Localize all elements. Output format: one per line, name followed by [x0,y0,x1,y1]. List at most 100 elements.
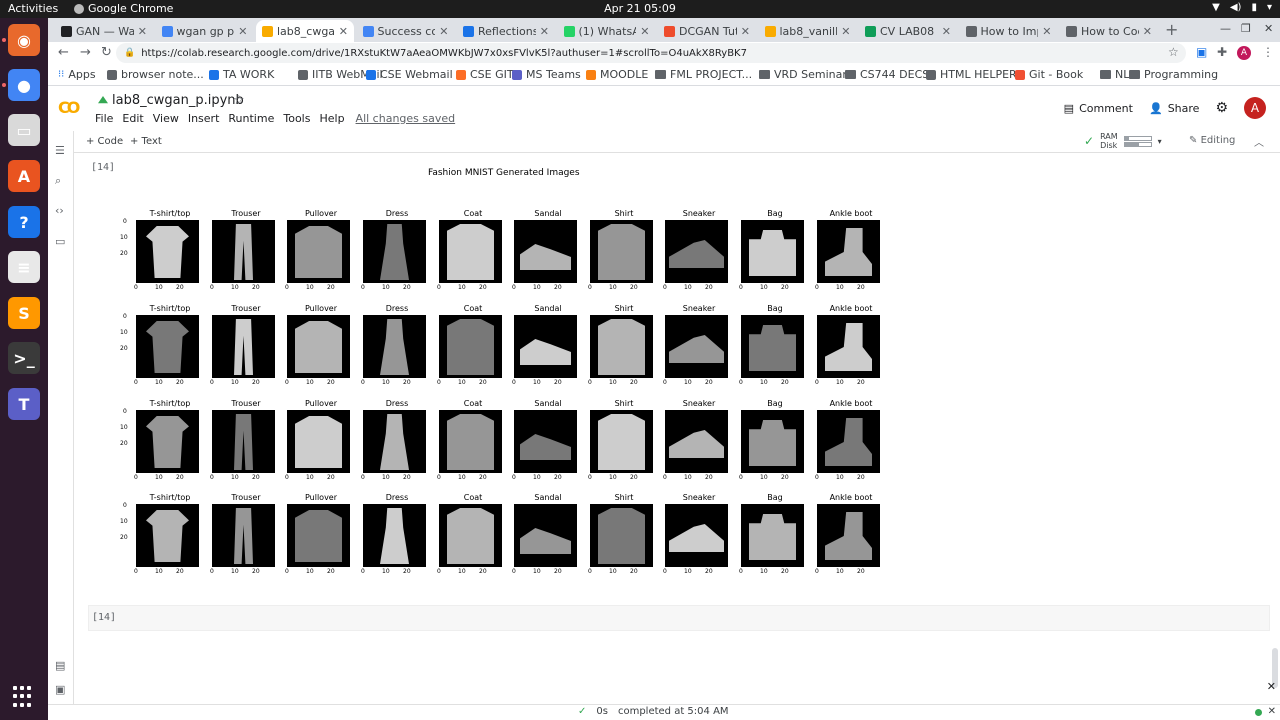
browser-tab[interactable]: DCGAN Tuto ✕ [658,20,756,42]
comment-button[interactable]: ▤ Comment [1064,102,1133,115]
notebook-title[interactable]: lab8_cwgan_p.ipynb [98,93,244,108]
files-folder-icon[interactable]: ▭ [55,235,65,248]
terminal-icon[interactable]: >_ [8,342,40,374]
menu-edit[interactable]: Edit [122,112,143,125]
menu-insert[interactable]: Insert [188,112,220,125]
minimize-window-button[interactable]: — [1220,22,1231,35]
account-avatar[interactable]: A [1244,97,1266,119]
system-tray[interactable]: ▼ ◀) ▮ ▾ [1212,2,1272,13]
tab-close-icon[interactable]: ✕ [640,25,649,38]
browser-tab[interactable]: CV LAB08 G ✕ [859,20,957,42]
add-code-button[interactable]: + Code [86,136,123,147]
runtime-resources-indicator[interactable]: ✓ RAM Disk ▾ [1084,132,1162,150]
x-tick-label: 10 [306,474,314,481]
browser-tab[interactable]: (1) WhatsAp✕ [558,20,656,42]
menu-runtime[interactable]: Runtime [228,112,274,125]
firefox-icon[interactable]: ◉ [8,24,40,56]
help-icon[interactable]: ? [8,206,40,238]
generated-image [590,410,653,473]
menu-help[interactable]: Help [319,112,344,125]
activities-button[interactable]: Activities [8,2,58,15]
teams-icon[interactable]: T [8,388,40,420]
share-button[interactable]: 👤 Share [1149,102,1199,115]
editing-mode-button[interactable]: ✎ Editing [1189,135,1235,146]
bookmark-browser-note[interactable]: browser note... [107,68,204,81]
colab-logo[interactable]: CO [58,98,80,117]
menu-view[interactable]: View [153,112,179,125]
system-clock[interactable]: Apr 21 05:09 [600,2,680,15]
chrome-icon[interactable]: ● [8,69,40,101]
terminal-icon[interactable]: ▣ [55,683,65,696]
tab-close-icon[interactable]: ✕ [339,25,348,38]
table-of-contents-icon[interactable]: ☰ [55,144,65,157]
close-window-button[interactable]: ✕ [1264,22,1273,35]
bookmark-moodle[interactable]: MOODLE [586,68,648,81]
sublime-text-icon[interactable]: S [8,297,40,329]
collapse-header-chevron-icon[interactable]: ︿ [1254,134,1264,149]
browser-tab[interactable]: Reflections ✕ [457,20,555,42]
profile-avatar[interactable]: A [1237,46,1251,60]
menu-tools[interactable]: Tools [283,112,310,125]
bookmark-cse-git[interactable]: CSE GIT [456,68,514,81]
show-applications-icon[interactable] [13,686,35,708]
document-viewer-icon[interactable]: ≡ [8,251,40,283]
bookmark-git-book[interactable]: Git - Book [1015,68,1083,81]
browser-tab[interactable]: lab8_vanilla✕ [759,20,857,42]
execution-status[interactable]: ✓ 0s completed at 5:04 AM [578,706,729,717]
code-cell[interactable]: [14] [88,605,1270,631]
tab-close-icon[interactable]: ✕ [540,25,549,38]
bookmark-cs744-decs[interactable]: CS744 DECS [845,68,929,81]
bookmark-ms-teams[interactable]: MS Teams [512,68,581,81]
tab-close-icon[interactable]: ✕ [841,25,850,38]
x-tick-label: 0 [512,474,516,481]
x-tick-label: 20 [705,568,713,575]
tab-close-icon[interactable]: ✕ [741,25,750,38]
maximize-window-button[interactable]: ❐ [1241,22,1251,35]
software-icon[interactable]: A [8,160,40,192]
bookmark-vrd-seminar[interactable]: VRD Seminar [759,68,847,81]
tab-close-icon[interactable]: ✕ [138,25,147,38]
tab-close-icon[interactable]: ✕ [439,25,448,38]
x-tick-label: 10 [382,284,390,291]
code-snippets-icon[interactable]: ‹› [55,204,64,217]
bookmark-html-helper[interactable]: HTML HELPER [926,68,1017,81]
status-close-icon[interactable]: ✕ [1268,706,1276,717]
bookmark-apps[interactable]: ⁝⁝ Apps [58,68,96,81]
browser-tab[interactable]: How to Cod ✕ [1060,20,1158,42]
browser-tab[interactable]: GAN — Wass ✕ [55,20,153,42]
tab-close-icon[interactable]: ✕ [238,25,247,38]
menu-file[interactable]: File [95,112,113,125]
generated-image [741,504,804,567]
address-bar[interactable]: 🔒 https://colab.research.google.com/driv… [116,43,1186,63]
browser-tab[interactable]: Success cod✕ [357,20,455,42]
new-tab-button[interactable]: + [1165,20,1178,39]
back-button[interactable]: ← [58,45,69,60]
add-text-button[interactable]: + Text [130,136,162,147]
y-tick-label: 10 [120,329,128,336]
bookmark-cse-webmail[interactable]: CSE Webmail [366,68,453,81]
bookmark-star-icon[interactable]: ☆ [1168,45,1179,59]
forward-button[interactable]: → [80,45,91,60]
save-status-link[interactable]: All changes saved [356,112,456,125]
bookmark-programming[interactable]: Programming [1129,68,1218,81]
extensions-icon[interactable]: ✚ [1217,45,1227,59]
app-menu[interactable]: Google Chrome [74,2,173,15]
chrome-menu-icon[interactable]: ⋮ [1262,45,1274,59]
bookmark-fml-project[interactable]: FML PROJECT... [655,68,752,81]
star-notebook-icon[interactable]: ☆ [233,93,245,108]
browser-tab[interactable]: How to Impl✕ [960,20,1058,42]
browser-tab[interactable]: lab8_cwgan ✕ [256,20,354,42]
close-panel-icon[interactable]: ✕ [1267,680,1276,693]
tab-close-icon[interactable]: ✕ [1042,25,1051,38]
settings-gear-icon[interactable]: ⚙ [1215,100,1228,116]
search-icon[interactable]: ⌕ [55,174,61,188]
generated-image-panel: Coat 0 10 20 [433,493,513,579]
browser-tab[interactable]: wgan gp pap✕ [156,20,254,42]
tab-close-icon[interactable]: ✕ [1143,25,1152,38]
bookmark-ta-work[interactable]: TA WORK [209,68,274,81]
files-icon[interactable]: ▭ [8,114,40,146]
tab-close-icon[interactable]: ✕ [942,25,951,38]
reload-button[interactable]: ↻ [101,45,112,60]
cast-extension-icon[interactable]: ▣ [1196,45,1207,59]
command-palette-icon[interactable]: ▤ [55,659,65,672]
